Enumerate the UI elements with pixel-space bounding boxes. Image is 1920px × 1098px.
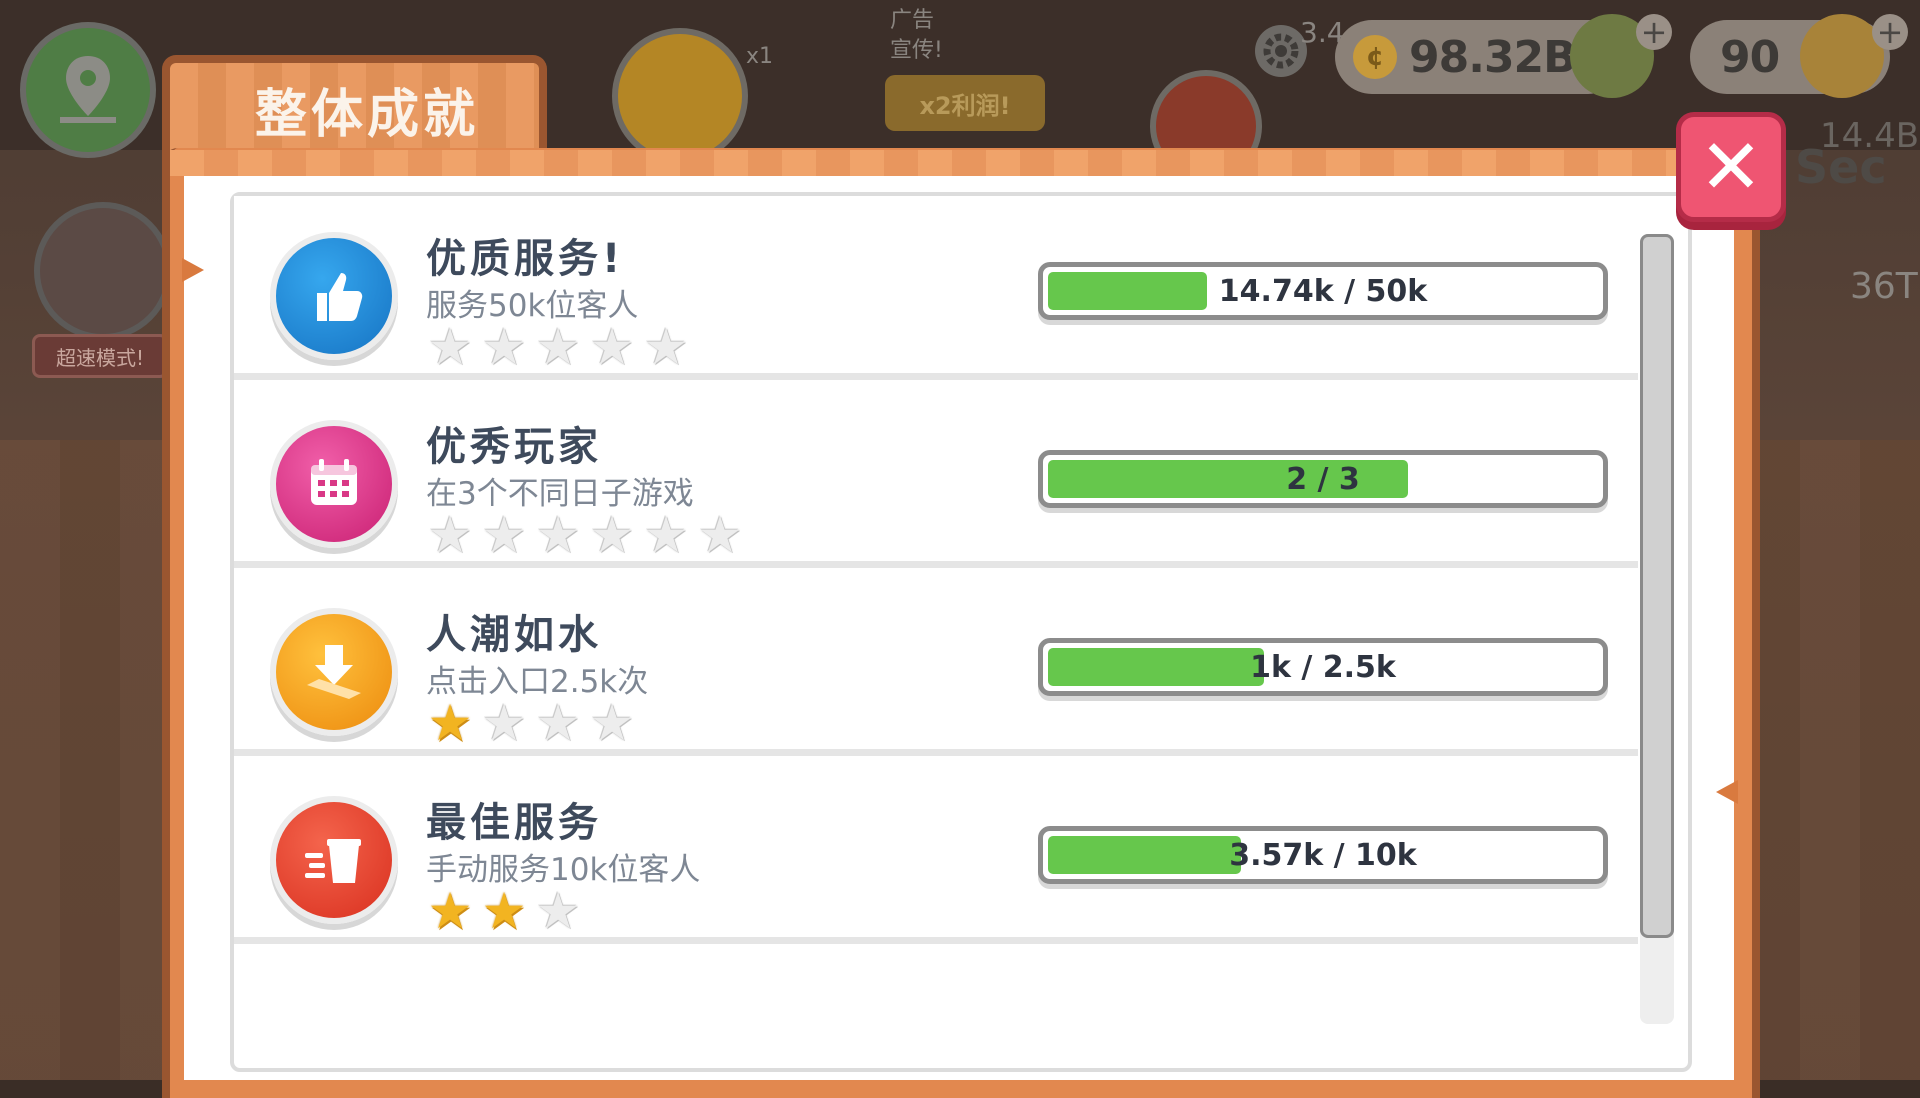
map-button[interactable] (20, 22, 156, 158)
achievement-name: 优质服务! (426, 236, 625, 282)
ad-promo-label: 广告 宣传! (890, 8, 943, 63)
star-empty-icon: ★ (427, 318, 473, 376)
progress-text: 1k / 2.5k (1250, 649, 1396, 685)
star-empty-icon: ★ (589, 506, 635, 564)
star-empty-icon: ★ (697, 506, 743, 564)
side-earnings-value: 36T (1850, 266, 1918, 307)
map-pin-icon (60, 56, 116, 123)
achievement-progress-bar: 1k / 2.5k (1038, 638, 1608, 696)
close-icon: ✕ (1699, 122, 1763, 211)
turbo-mode-label[interactable]: 超速模式! (32, 334, 168, 378)
panel-header-strip (170, 150, 1752, 176)
progress-text: 14.74k / 50k (1218, 273, 1428, 309)
achievement-icon (270, 232, 398, 360)
star-empty-icon: ★ (481, 694, 527, 752)
add-coins-button[interactable]: + (1636, 13, 1672, 51)
gems-value: 90 (1720, 31, 1780, 83)
seconds-label: Sec (1795, 140, 1887, 194)
coins-value: 98.32B (1409, 31, 1577, 83)
achievement-name: 最佳服务 (426, 800, 602, 846)
star-empty-icon: ★ (643, 318, 689, 376)
star-empty-icon: ★ (589, 694, 635, 752)
star-empty-icon: ★ (589, 318, 635, 376)
coffee-bean-button[interactable] (612, 28, 748, 164)
achievement-row: 最佳服务 手动服务10k位客人 ★ ★ ★ 3.57k / 10k (234, 760, 1638, 944)
ad-profit-button[interactable]: x2利润! (885, 75, 1045, 131)
star-empty-icon: ★ (427, 506, 473, 564)
star-empty-icon: ★ (643, 506, 689, 564)
achievement-row: 优秀玩家 在3个不同日子游戏 ★ ★ ★ ★ ★ ★ 2 / 3 (234, 384, 1638, 568)
star-empty-icon: ★ (535, 694, 581, 752)
star-empty-icon: ★ (535, 506, 581, 564)
star-empty-icon: ★ (481, 506, 527, 564)
achievement-name: 人潮如水 (426, 612, 602, 658)
achievement-stars: ★ ★ ★ ★ (424, 697, 638, 749)
achievement-stars: ★ ★ ★ ★ ★ (424, 321, 692, 373)
close-button[interactable]: ✕ (1676, 112, 1786, 222)
achievement-stars: ★ ★ ★ ★ ★ ★ (424, 509, 746, 561)
panel-left-arrow-icon (182, 258, 204, 282)
star-filled-icon: ★ (427, 882, 473, 940)
calendar-icon (311, 459, 357, 505)
progress-text: 3.57k / 10k (1229, 837, 1417, 873)
add-gems-button[interactable]: + (1872, 13, 1908, 51)
achievement-icon (270, 420, 398, 548)
scrollbar-thumb[interactable] (1640, 234, 1674, 938)
star-filled-icon: ★ (427, 694, 473, 752)
fast-cup-icon (305, 839, 361, 883)
achievement-row: 优质服务! 服务50k位客人 ★ ★ ★ ★ ★ 14.74k / 50k (234, 196, 1638, 380)
panel-right-arrow-icon (1716, 780, 1738, 804)
achievement-row: 人潮如水 点击入口2.5k次 ★ ★ ★ ★ 1k / 2.5k (234, 572, 1638, 756)
achievement-progress-bar: 3.57k / 10k (1038, 826, 1608, 884)
gold-bar-button[interactable] (1800, 14, 1884, 98)
achievement-stars: ★ ★ ★ (424, 885, 584, 937)
star-empty-icon: ★ (481, 318, 527, 376)
achievement-progress-bar: 14.74k / 50k (1038, 262, 1608, 320)
achievement-icon (270, 796, 398, 924)
panel-title: 整体成就 (255, 85, 480, 145)
multiplier-label: x1 (746, 44, 774, 69)
star-filled-icon: ★ (481, 882, 527, 940)
character-avatar[interactable] (34, 202, 172, 340)
thumbs-up-icon (317, 273, 363, 321)
coin-icon: ¢ (1353, 35, 1397, 79)
star-empty-icon: ★ (535, 882, 581, 940)
progress-text: 2 / 3 (1286, 461, 1360, 497)
achievement-icon (270, 608, 398, 736)
ad-profit-label: x2利润! (919, 91, 1011, 120)
download-tap-icon (307, 645, 361, 699)
achievement-name: 优秀玩家 (426, 424, 602, 470)
star-empty-icon: ★ (535, 318, 581, 376)
achievement-progress-bar: 2 / 3 (1038, 450, 1608, 508)
